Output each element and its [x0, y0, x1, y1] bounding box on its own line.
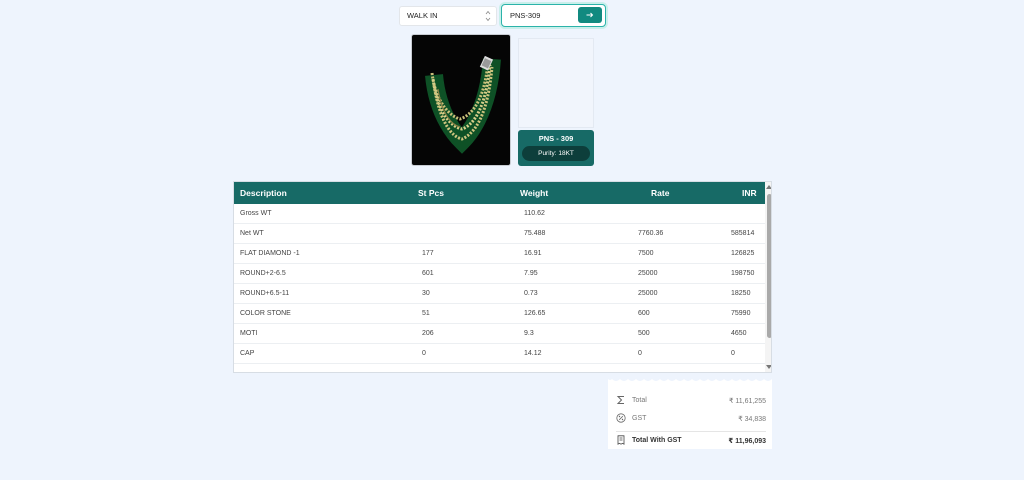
table-row: COLOR STONE 51 126.65 600 75990: [234, 304, 765, 324]
table-cell: 0: [638, 350, 642, 357]
scrollbar-thumb[interactable]: [766, 194, 771, 338]
column-header: St Pcs: [418, 188, 444, 198]
customer-type-select[interactable]: WALK IN: [399, 6, 497, 26]
scroll-up-arrow-icon[interactable]: [766, 185, 771, 189]
purity-badge: Purity: 18KT: [522, 146, 590, 161]
table-cell: COLOR STONE: [240, 310, 291, 317]
table-scrollbar[interactable]: [765, 182, 771, 372]
sigma-icon: [616, 396, 624, 404]
table-cell: Gross WT: [240, 210, 272, 217]
table-cell: 177: [422, 250, 434, 257]
table-cell: 0: [422, 350, 426, 357]
table-row: MOTI 206 9.3 500 4650: [234, 324, 765, 344]
table-row: ROUND+2-6.5 601 7.95 25000 198750: [234, 264, 765, 284]
table-cell: 585814: [731, 230, 755, 237]
product-code: PNS - 309: [538, 134, 574, 143]
table-row: Net WT 75.488 7760.36 585814: [234, 224, 765, 244]
table-cell: 7760.36: [638, 230, 664, 237]
image-thumbnail-placeholder: [518, 38, 594, 128]
table-cell: 7.95: [524, 270, 538, 277]
table-row: FLAT DIAMOND -1 177 16.91 7500 126825: [234, 244, 765, 264]
total-value: ₹ 11,61,255: [728, 398, 766, 405]
grand-total-label: Total With GST: [632, 437, 682, 444]
table-cell: 126.65: [524, 310, 546, 317]
total-label: Total: [632, 397, 647, 404]
column-header: Rate: [651, 188, 670, 198]
table-cell: 600: [638, 310, 650, 317]
arrow-right-icon: [586, 12, 594, 18]
customer-type-value: WALK IN: [407, 11, 438, 20]
table-cell: 25000: [638, 290, 658, 297]
table-cell: MOTI: [240, 330, 258, 337]
table-cell: ROUND+6.5-11: [240, 290, 290, 297]
table-cell: 206: [422, 330, 434, 337]
table-cell: 75990: [731, 310, 751, 317]
gst-label: GST: [632, 415, 647, 422]
select-arrows-icon: [485, 10, 491, 22]
table-cell: 25000: [638, 270, 658, 277]
table-cell: CAP: [240, 350, 255, 357]
percent-badge-icon: [616, 413, 626, 423]
table-cell: 4650: [731, 330, 747, 337]
necklace-image: [425, 55, 501, 154]
table-cell: 0: [731, 350, 735, 357]
table-cell: ROUND+2-6.5: [240, 270, 286, 277]
column-header: INR: [742, 188, 757, 198]
totals-divider: [616, 431, 766, 432]
search-button[interactable]: [578, 7, 602, 23]
zigzag-edge: [608, 376, 772, 381]
table-cell: 51: [422, 310, 430, 317]
table-cell: 18250: [731, 290, 751, 297]
table-cell: 14.12: [524, 350, 542, 357]
receipt-icon: [617, 435, 625, 445]
table-row: Gross WT 110.62: [234, 204, 765, 224]
table-cell: 75.488: [524, 230, 546, 237]
table-cell: 7500: [638, 250, 654, 257]
table-cell: 30: [422, 290, 430, 297]
gst-value: ₹ 34,838: [738, 416, 766, 423]
totals-panel: Total ₹ 11,61,255 GST ₹ 34,838 Total Wit…: [608, 376, 772, 449]
table-header: Description St Pcs Weight Rate INR: [234, 182, 765, 204]
table-cell: 110.62: [524, 210, 545, 217]
product-card: PNS - 309 Purity: 18KT: [518, 130, 594, 166]
item-details-table: Description St Pcs Weight Rate INR Gross…: [233, 181, 772, 373]
table-cell: 16.91: [524, 250, 542, 257]
table-cell: 9.3: [524, 330, 534, 337]
table-cell: 601: [422, 270, 434, 277]
product-search-input[interactable]: [510, 9, 576, 22]
table-cell: 126825: [731, 250, 755, 257]
column-header: Description: [240, 188, 287, 198]
product-image: [411, 34, 511, 166]
search-box: [501, 4, 606, 27]
column-header: Weight: [520, 188, 549, 198]
scroll-down-arrow-icon[interactable]: [766, 365, 771, 369]
table-row: ROUND+6.5-11 30 0.73 25000 18250: [234, 284, 765, 304]
table-cell: 198750: [731, 270, 755, 277]
table-cell: 0.73: [524, 290, 538, 297]
table-cell: FLAT DIAMOND -1: [240, 250, 300, 257]
table-cell: Net WT: [240, 230, 264, 237]
table-cell: 500: [638, 330, 650, 337]
table-row: CAP 0 14.12 0 0: [234, 344, 765, 364]
grand-total-value: ₹ 11,96,093: [728, 438, 766, 445]
